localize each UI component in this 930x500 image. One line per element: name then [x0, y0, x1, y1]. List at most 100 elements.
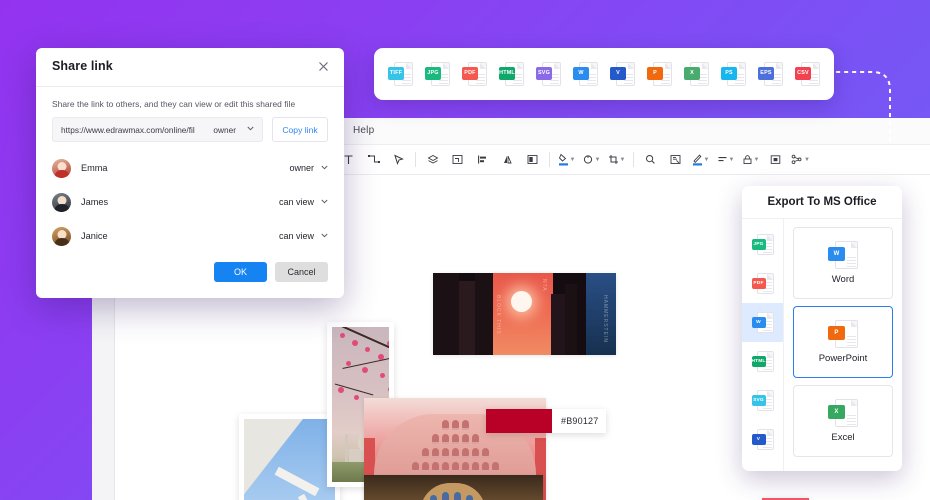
swatch-crimson	[486, 409, 552, 433]
file-word-icon[interactable]: W	[828, 241, 858, 270]
export-sidebar-item-html[interactable]: HTML	[742, 342, 783, 381]
share-link-input[interactable]: https://www.edrawmax.com/online/fil owne…	[52, 117, 263, 142]
file-excel-icon[interactable]: X	[828, 399, 858, 428]
line-width-icon[interactable]: ▼	[713, 149, 738, 171]
person-permission[interactable]: can view	[279, 197, 314, 207]
shadow-icon[interactable]	[763, 149, 788, 171]
person-name: James	[81, 197, 109, 207]
chevron-down-icon[interactable]: ▼	[804, 157, 810, 163]
chevron-down-icon[interactable]: ▼	[754, 157, 760, 163]
connector-tool-icon[interactable]	[361, 149, 386, 171]
line-color-icon[interactable]: ▼	[688, 149, 713, 171]
export-card-label: PowerPoint	[818, 353, 868, 364]
dialog-subtitle: Share the link to others, and they can v…	[52, 99, 296, 109]
chevron-down-icon[interactable]: ▼	[570, 157, 576, 163]
list-item[interactable]: Janice can view	[52, 219, 328, 253]
cancel-button[interactable]: Cancel	[275, 262, 328, 282]
fill-color-icon[interactable]: ▼	[554, 149, 579, 171]
file-eps-icon[interactable]: EPS	[758, 61, 783, 87]
export-sidebar-item-pdf[interactable]: PDF	[742, 264, 783, 303]
dialog-actions: OK Cancel	[214, 262, 328, 282]
avatar	[52, 158, 71, 178]
avatar	[52, 226, 71, 246]
export-card-label: Word	[831, 274, 855, 285]
chevron-down-icon[interactable]	[321, 199, 328, 206]
share-link-value: https://www.edrawmax.com/online/fil	[61, 124, 195, 135]
export-sidebar-item-svg[interactable]: SVG	[742, 381, 783, 420]
chevron-down-icon[interactable]: ▼	[729, 157, 735, 163]
dialog-header: Share link	[36, 48, 344, 87]
export-panel: Export To MS Office JPG PDF W HTML SVG V W Wor…	[742, 186, 902, 471]
file-word-icon[interactable]: W	[573, 61, 598, 87]
photo-sky-architecture[interactable]	[239, 414, 340, 500]
chevron-down-icon[interactable]: ▼	[595, 157, 601, 163]
copy-link-button[interactable]: Copy link	[272, 117, 328, 142]
arrange-icon[interactable]: ▼	[788, 149, 813, 171]
file-visio-icon[interactable]: V	[751, 428, 774, 451]
list-item[interactable]: James can view	[52, 185, 328, 219]
status-badge[interactable]: #B90127	[486, 409, 607, 433]
export-panel-title: Export To MS Office	[742, 186, 902, 219]
export-format-sidebar: JPG PDF W HTML SVG V	[742, 219, 784, 471]
export-sidebar-item-v[interactable]: V	[742, 420, 783, 459]
file-jpg-icon[interactable]: JPG	[751, 233, 774, 256]
toolbar-divider	[415, 152, 416, 167]
group-icon[interactable]	[445, 149, 470, 171]
chevron-down-icon[interactable]	[321, 165, 328, 172]
file-word-icon[interactable]: W	[751, 311, 774, 334]
photo-church-interior[interactable]	[364, 475, 543, 500]
person-name: Janice	[81, 231, 108, 241]
align-left-icon[interactable]	[470, 149, 495, 171]
person-permission[interactable]: can view	[279, 231, 314, 241]
person-permission[interactable]: owner	[289, 163, 314, 173]
chevron-down-icon[interactable]: ▼	[704, 157, 710, 163]
distribute-icon[interactable]	[520, 149, 545, 171]
file-pdf-icon[interactable]: PDF	[751, 272, 774, 295]
file-jpg-icon[interactable]: JPG	[425, 61, 450, 87]
file-html-icon[interactable]: HTML	[499, 61, 524, 87]
export-card-powerpoint[interactable]: P PowerPoint	[793, 306, 893, 378]
file-powerpoint-icon[interactable]: P	[647, 61, 672, 87]
share-link-row: https://www.edrawmax.com/online/fil owne…	[52, 117, 328, 142]
export-card-excel[interactable]: X Excel	[793, 385, 893, 457]
list-item[interactable]: Emma owner	[52, 151, 328, 185]
swatch-crimson-label: #B90127	[561, 416, 599, 426]
export-sidebar-item-w[interactable]: W	[742, 303, 783, 342]
file-svg-icon[interactable]: SVG	[751, 389, 774, 412]
file-svg-icon[interactable]: SVG	[536, 61, 561, 87]
photo-city-sunset[interactable]: BLOCK THIS NTA HAMMERSTEIN	[433, 273, 616, 355]
file-ps-icon[interactable]: PS	[721, 61, 746, 87]
export-panel-body: JPG PDF W HTML SVG V W Word P PowerPoint X Excel	[742, 219, 902, 471]
flip-icon[interactable]	[495, 149, 520, 171]
file-powerpoint-icon[interactable]: P	[828, 320, 858, 349]
file-html-icon[interactable]: HTML	[751, 350, 774, 373]
file-visio-icon[interactable]: V	[610, 61, 635, 87]
export-sidebar-item-jpg[interactable]: JPG	[742, 225, 783, 264]
export-card-label: Excel	[831, 432, 855, 443]
chevron-down-icon[interactable]: ▼	[620, 157, 626, 163]
export-card-word[interactable]: W Word	[793, 227, 893, 299]
page-setup-icon[interactable]	[663, 149, 688, 171]
layers-icon[interactable]	[420, 149, 445, 171]
close-icon[interactable]	[316, 59, 331, 74]
shape-style-icon[interactable]: ▼	[579, 149, 604, 171]
toolbar-divider	[633, 152, 634, 167]
pointer-tool-icon[interactable]	[386, 149, 411, 171]
file-tiff-icon[interactable]: TIFF	[388, 61, 413, 87]
avatar	[52, 192, 71, 212]
zoom-icon[interactable]	[638, 149, 663, 171]
share-people-list: Emma owner James can view Janice can view	[52, 151, 328, 253]
chevron-down-icon[interactable]	[247, 126, 254, 133]
lock-icon[interactable]: ▼	[738, 149, 763, 171]
crop-icon[interactable]: ▼	[604, 149, 629, 171]
file-excel-icon[interactable]: X	[684, 61, 709, 87]
ok-button[interactable]: OK	[214, 262, 267, 282]
chevron-down-icon[interactable]	[321, 233, 328, 240]
share-link-dialog: Share link Share the link to others, and…	[36, 48, 344, 298]
menu-item-help[interactable]: Help	[353, 125, 374, 136]
file-csv-icon[interactable]: CSV	[795, 61, 820, 87]
page-title: Share link	[52, 59, 113, 73]
share-link-role[interactable]: owner	[213, 125, 236, 135]
export-card-list: W Word P PowerPoint X Excel	[784, 219, 902, 471]
file-pdf-icon[interactable]: PDF	[462, 61, 487, 87]
